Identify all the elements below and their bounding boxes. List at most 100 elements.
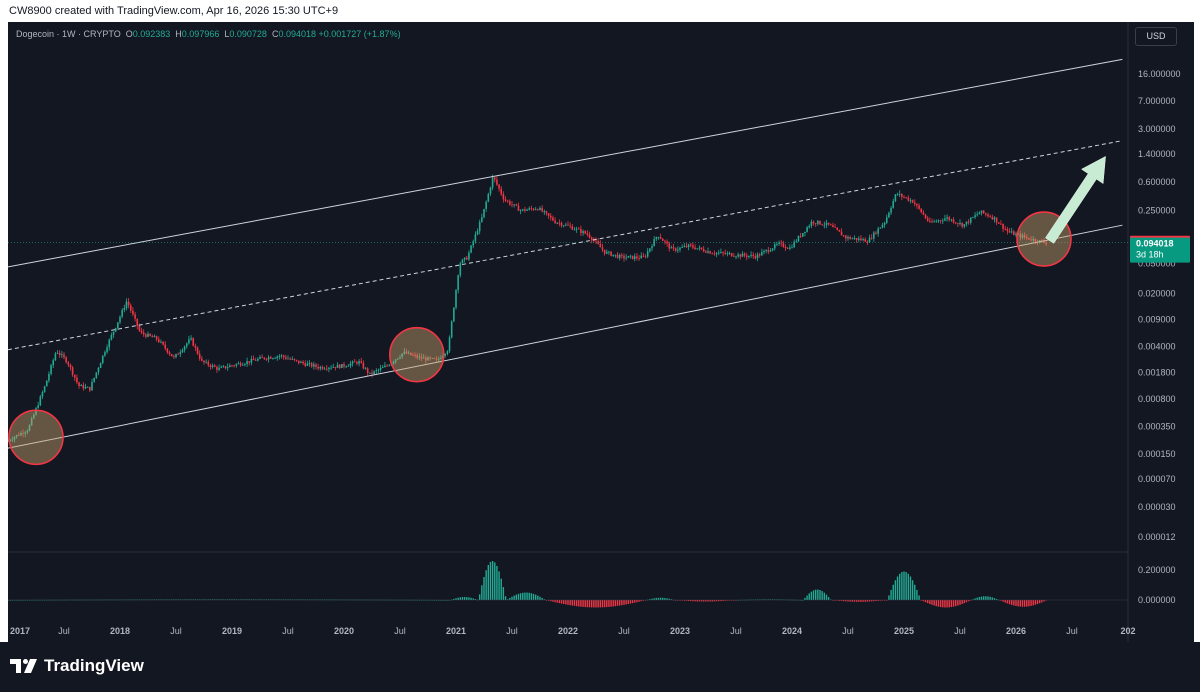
candle [323,366,326,370]
candle-body [888,212,890,218]
candle-body [991,217,994,220]
candle-body [502,194,505,200]
candle [756,252,759,262]
candle [689,242,692,248]
candle [188,335,190,345]
candle [259,354,261,360]
candle-body [730,253,733,257]
tradingview-logo[interactable]: TradingView [10,656,144,676]
candle-body [353,361,356,363]
candle-body [52,360,55,366]
candle-body [248,361,251,363]
oscillator-bar [823,592,826,600]
candle-body [323,368,326,370]
candle-body [851,238,854,240]
oscillator-bar [1041,600,1043,603]
candle-body [226,367,229,369]
candle-body [265,358,268,360]
candle-body [901,193,903,197]
candle-body [276,356,279,358]
candle-body [627,256,630,258]
candle [524,206,526,213]
candle [276,355,279,361]
candle-body [784,246,787,249]
candle-body [569,225,571,227]
candle [791,244,793,249]
candle-body [181,350,184,353]
candle-body [939,220,942,222]
candle-body [388,365,391,367]
candle-body [472,241,475,246]
candle [362,360,365,370]
candle [493,176,496,183]
oscillator-bar [1038,600,1041,604]
oscillator-bar [862,600,864,602]
candle [285,354,287,361]
candle [1002,223,1004,233]
candle-body [644,256,647,258]
candle [752,252,755,259]
candle [41,390,44,400]
candle [517,202,520,211]
time-axis-label: 2019 [222,626,242,636]
candle-body [534,209,537,211]
candle-body [933,221,935,223]
candle [216,365,218,373]
oscillator-bar [629,600,632,604]
candle [164,341,167,351]
channel-lower-line [8,224,1123,449]
oscillator-bar [916,589,918,600]
candle-body [470,245,472,253]
candle [577,226,580,230]
oscillator-bar [532,593,535,600]
candle [935,219,938,223]
candle-body [842,235,845,237]
candle-body [302,361,304,364]
candle [941,218,944,224]
candle [110,332,113,341]
candle-body [584,231,587,234]
oscillator-bar [806,595,808,600]
chart-frame[interactable]: Dogecoin · 1W · CRYPTO O0.092383 H0.0979… [8,22,1194,642]
candle-body [898,193,901,195]
candle [289,357,291,361]
candle [629,254,632,259]
candle-body [911,200,914,203]
oscillator-bar [616,600,619,606]
candle-body [110,334,113,340]
candle-body [173,356,175,358]
candle [633,253,636,262]
oscillator-bar [976,597,978,600]
candle-body [257,358,259,361]
candle-body [924,214,927,219]
candle-body [840,231,843,236]
candle [829,223,832,226]
candle-body [659,237,662,239]
candle-body [142,332,145,335]
candle [549,213,552,221]
price-axis-label: 0.000012 [1138,532,1176,542]
candle-body [246,361,248,365]
candle [121,307,123,319]
candle-body [504,199,507,201]
candle [345,365,347,369]
candle-body [530,208,533,210]
candle [911,199,914,204]
oscillator-bar [896,576,899,600]
candle-body [597,241,599,244]
oscillator-bar [556,600,558,603]
candle-body [332,366,335,368]
candle-body [45,380,48,387]
candle-body [601,247,604,250]
candle [89,386,91,393]
candle-body [702,249,705,252]
candle-body [162,341,164,345]
price-chart[interactable]: 16.000000 7.000000 3.000000 1.400000 0.60000… [8,22,1194,642]
candle [797,235,800,243]
candle-body [717,252,720,254]
candle [112,331,115,339]
candle [220,365,223,369]
oscillator-bar [860,600,862,602]
candle-body [980,210,983,213]
candle-body [974,215,976,218]
